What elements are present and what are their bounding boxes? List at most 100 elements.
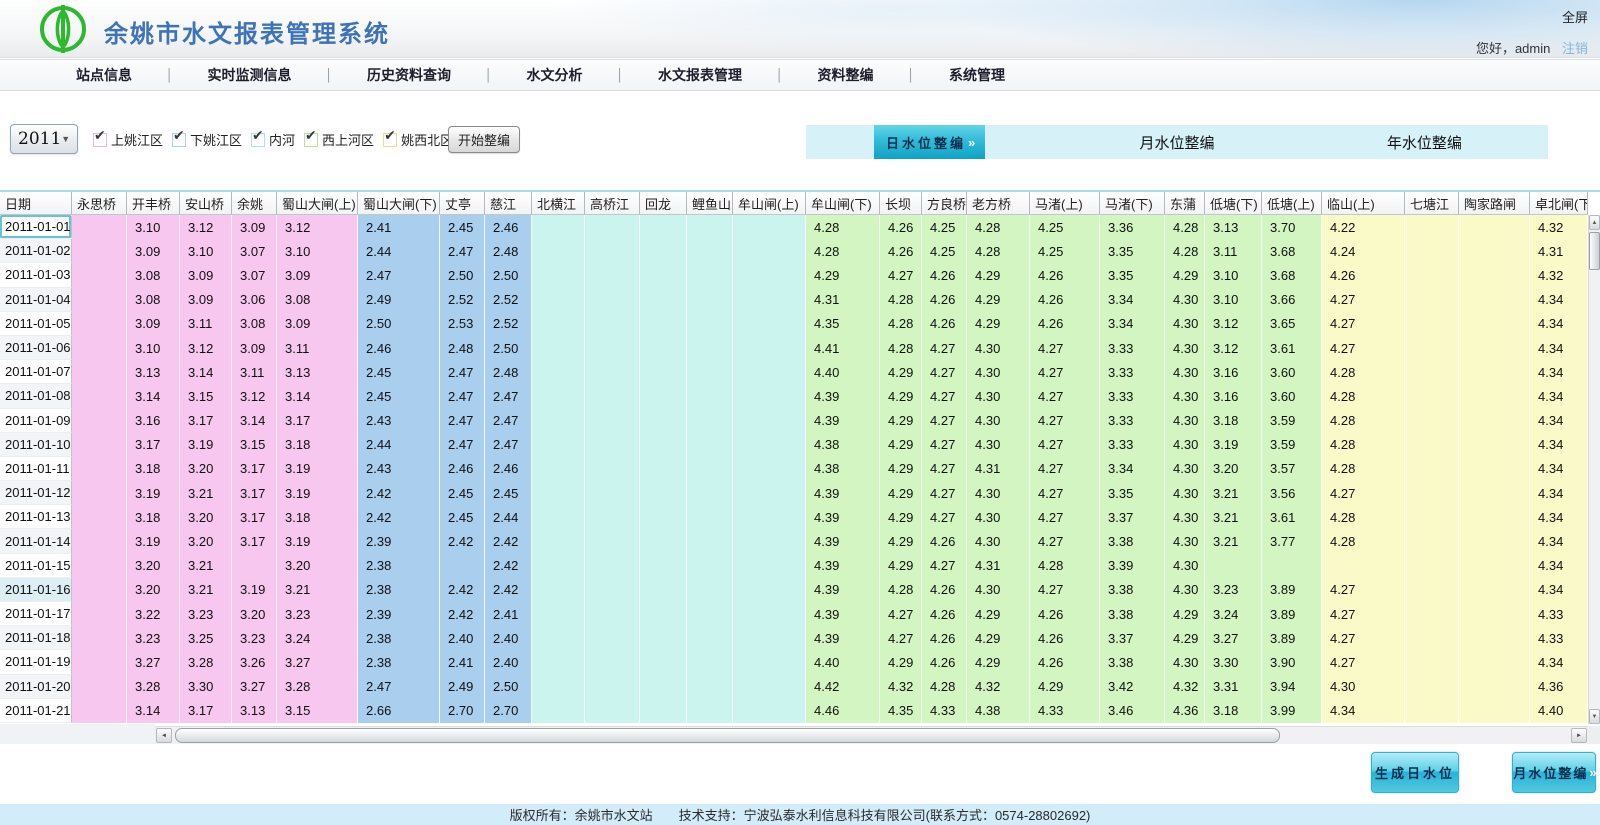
value-cell[interactable]: 4.30 <box>1165 336 1205 360</box>
date-cell[interactable]: 2011-01-03 <box>0 263 72 287</box>
tab-daily[interactable]: 日水位整编» <box>874 125 985 159</box>
value-cell[interactable]: 3.08 <box>232 312 277 336</box>
value-cell[interactable]: 4.26 <box>1030 263 1100 287</box>
value-cell[interactable]: 3.21 <box>180 578 232 602</box>
value-cell[interactable]: 4.29 <box>1165 263 1205 287</box>
value-cell[interactable] <box>1405 650 1459 674</box>
nav-item[interactable]: 资料整编 <box>784 65 908 85</box>
value-cell[interactable] <box>585 384 640 408</box>
value-cell[interactable]: 2.47 <box>440 384 485 408</box>
value-cell[interactable]: 4.26 <box>922 650 967 674</box>
value-cell[interactable]: 3.89 <box>1262 602 1322 626</box>
value-cell[interactable] <box>585 312 640 336</box>
value-cell[interactable]: 4.30 <box>967 336 1030 360</box>
value-cell[interactable]: 3.11 <box>232 360 277 384</box>
value-cell[interactable]: 2.48 <box>485 239 532 263</box>
value-cell[interactable]: 4.29 <box>967 602 1030 626</box>
value-cell[interactable] <box>532 675 585 699</box>
value-cell[interactable]: 2.38 <box>358 650 440 674</box>
value-cell[interactable]: 3.12 <box>180 215 232 239</box>
value-cell[interactable]: 3.13 <box>1205 215 1262 239</box>
date-cell[interactable]: 2011-01-13 <box>0 505 72 529</box>
value-cell[interactable] <box>72 481 127 505</box>
value-cell[interactable]: 3.59 <box>1262 433 1322 457</box>
value-cell[interactable]: 4.30 <box>967 505 1030 529</box>
value-cell[interactable]: 2.52 <box>440 288 485 312</box>
value-cell[interactable]: 2.47 <box>485 409 532 433</box>
value-cell[interactable] <box>687 578 733 602</box>
value-cell[interactable]: 4.27 <box>922 433 967 457</box>
logout-link[interactable]: 注销 <box>1562 41 1588 56</box>
value-cell[interactable]: 3.36 <box>1100 215 1165 239</box>
value-cell[interactable]: 3.60 <box>1262 360 1322 384</box>
value-cell[interactable]: 3.21 <box>1205 529 1262 553</box>
value-cell[interactable]: 3.14 <box>127 384 180 408</box>
value-cell[interactable]: 2.45 <box>440 505 485 529</box>
value-cell[interactable] <box>733 457 806 481</box>
value-cell[interactable]: 2.47 <box>440 409 485 433</box>
value-cell[interactable] <box>532 457 585 481</box>
value-cell[interactable] <box>72 263 127 287</box>
value-cell[interactable]: 4.30 <box>1165 505 1205 529</box>
value-cell[interactable]: 3.17 <box>127 433 180 457</box>
value-cell[interactable] <box>640 505 687 529</box>
value-cell[interactable]: 3.33 <box>1100 433 1165 457</box>
value-cell[interactable]: 3.34 <box>1100 457 1165 481</box>
value-cell[interactable]: 3.35 <box>1100 481 1165 505</box>
value-cell[interactable] <box>72 384 127 408</box>
date-cell[interactable]: 2011-01-15 <box>0 554 72 578</box>
value-cell[interactable] <box>1459 239 1530 263</box>
region-checkbox[interactable]: ✔ <box>93 133 107 147</box>
value-cell[interactable]: 3.38 <box>1100 602 1165 626</box>
value-cell[interactable]: 2.46 <box>440 457 485 481</box>
value-cell[interactable]: 4.30 <box>967 578 1030 602</box>
value-cell[interactable]: 4.29 <box>1165 602 1205 626</box>
value-cell[interactable] <box>72 529 127 553</box>
value-cell[interactable] <box>640 336 687 360</box>
value-cell[interactable]: 4.29 <box>880 554 922 578</box>
value-cell[interactable]: 4.29 <box>880 650 922 674</box>
value-cell[interactable] <box>640 360 687 384</box>
value-cell[interactable] <box>72 457 127 481</box>
value-cell[interactable] <box>72 650 127 674</box>
value-cell[interactable]: 3.19 <box>1205 433 1262 457</box>
value-cell[interactable]: 3.59 <box>1262 409 1322 433</box>
value-cell[interactable] <box>1405 675 1459 699</box>
value-cell[interactable] <box>687 336 733 360</box>
value-cell[interactable]: 3.20 <box>180 505 232 529</box>
value-cell[interactable]: 3.13 <box>127 360 180 384</box>
value-cell[interactable] <box>585 215 640 239</box>
value-cell[interactable]: 4.30 <box>1165 650 1205 674</box>
value-cell[interactable] <box>1459 650 1530 674</box>
value-cell[interactable]: 3.15 <box>180 384 232 408</box>
value-cell[interactable]: 3.34 <box>1100 288 1165 312</box>
value-cell[interactable]: 3.23 <box>1205 578 1262 602</box>
value-cell[interactable]: 3.21 <box>180 554 232 578</box>
value-cell[interactable] <box>72 578 127 602</box>
value-cell[interactable]: 4.39 <box>806 602 880 626</box>
value-cell[interactable]: 4.28 <box>806 215 880 239</box>
value-cell[interactable]: 3.24 <box>1205 602 1262 626</box>
value-cell[interactable]: 3.14 <box>180 360 232 384</box>
value-cell[interactable] <box>1405 457 1459 481</box>
value-cell[interactable]: 3.61 <box>1262 505 1322 529</box>
value-cell[interactable] <box>733 360 806 384</box>
value-cell[interactable]: 3.30 <box>180 675 232 699</box>
vertical-scroll-thumb[interactable] <box>1589 232 1600 270</box>
value-cell[interactable]: 4.34 <box>1530 312 1588 336</box>
value-cell[interactable]: 4.46 <box>806 699 880 723</box>
value-cell[interactable]: 4.32 <box>1165 675 1205 699</box>
value-cell[interactable]: 3.13 <box>277 360 358 384</box>
value-cell[interactable]: 3.23 <box>277 602 358 626</box>
value-cell[interactable] <box>585 699 640 723</box>
value-cell[interactable] <box>640 312 687 336</box>
value-cell[interactable]: 4.26 <box>922 578 967 602</box>
value-cell[interactable]: 4.27 <box>1030 409 1100 433</box>
date-cell[interactable]: 2011-01-21 <box>0 699 72 723</box>
value-cell[interactable]: 3.17 <box>232 505 277 529</box>
value-cell[interactable]: 3.17 <box>180 699 232 723</box>
scroll-down-button[interactable]: ▼ <box>1589 709 1600 724</box>
value-cell[interactable] <box>1459 384 1530 408</box>
value-cell[interactable] <box>640 675 687 699</box>
value-cell[interactable]: 4.35 <box>806 312 880 336</box>
